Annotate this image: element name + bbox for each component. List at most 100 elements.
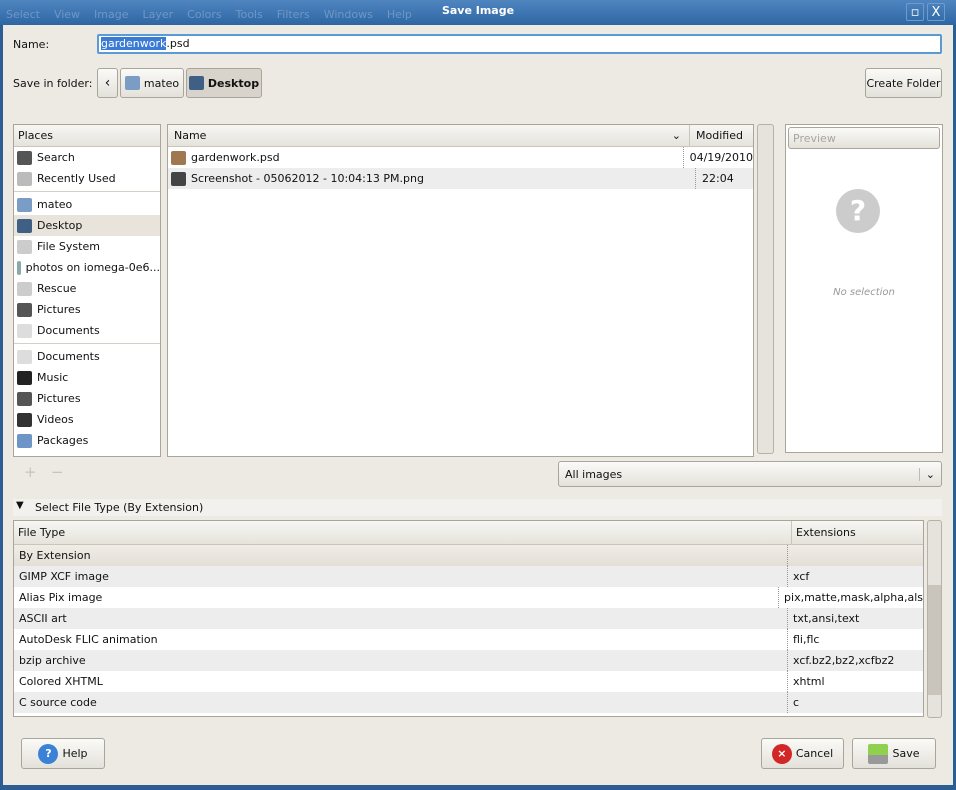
place-item[interactable]: File System [14,236,160,257]
place-item[interactable]: Desktop [14,215,160,236]
place-item[interactable]: Packages [14,430,160,451]
place-label: Music [37,371,69,384]
help-button[interactable]: ? Help [21,738,105,769]
file-type-extensions: xhtml [787,671,825,692]
clock-icon [17,171,32,186]
place-item[interactable]: Documents [14,346,160,367]
place-label: Documents [37,324,100,337]
place-item[interactable]: mateo [14,194,160,215]
file-type-extensions [787,545,793,566]
column-modified[interactable]: Modified [690,125,743,146]
documents-icon [17,349,32,364]
file-type-row[interactable]: AutoDesk FLIC animation fli,flc [14,629,923,650]
close-button[interactable]: X [927,3,945,21]
place-label: Pictures [37,392,81,405]
file-type-row[interactable]: bzip archive xcf.bz2,bz2,xcfbz2 [14,650,923,671]
file-name: Screenshot - 05062012 - 10:04:13 PM.png [191,172,424,185]
save-button[interactable]: Save [852,738,936,769]
music-icon [17,370,32,385]
column-name-label: Name [174,129,207,142]
place-label: Search [37,151,75,164]
title-bar: Select View Image Layer Colors Tools Filters Wi… [0,0,956,25]
file-type-row[interactable]: GIMP XCF image xcf [14,566,923,587]
save-icon [868,743,889,764]
name-selected-text: gardenwork [101,37,167,50]
file-type-name: GIMP XCF image [19,570,109,583]
place-label: Videos [37,413,74,426]
create-folder-button[interactable]: Create Folder [865,68,942,98]
pictures-icon [17,391,32,406]
file-type-row[interactable]: Alias Pix image pix,matte,mask,alpha,als [14,587,923,608]
expander-label: Select File Type (By Extension) [35,501,204,514]
file-type-row[interactable]: C source code c [14,692,923,713]
save-label: Save [892,747,920,760]
crumb-desktop[interactable]: Desktop [186,68,262,98]
file-type-row[interactable]: Colored XHTML xhtml [14,671,923,692]
file-type-row[interactable]: ASCII art txt,ansi,text [14,608,923,629]
search-icon [17,150,32,165]
scrollbar-thumb[interactable] [928,585,941,695]
file-type-name: Alias Pix image [19,591,103,604]
file-list: Name ⌄ Modified gardenwork.psd 04/19/2010 S… [167,124,754,457]
back-button[interactable]: ‹ [97,68,118,98]
column-file-type[interactable]: File Type [14,521,792,544]
file-type-row[interactable]: By Extension [14,545,923,566]
file-type-name: By Extension [19,549,91,562]
file-modified: 04/19/2010 [682,147,753,168]
place-item[interactable]: Recently Used [14,168,160,189]
network-folder-icon [17,260,21,275]
places-panel: Places Search Recently Used mateo Desktop Fi… [13,124,161,457]
place-item[interactable]: Search [14,147,160,168]
unknown-preview-icon: ? [836,189,880,233]
pictures-icon [17,302,32,317]
place-item[interactable]: Documents [14,320,160,341]
places-separator [14,343,160,344]
window-title: Save Image [441,4,515,17]
preview-button[interactable]: Preview [788,127,940,149]
file-row[interactable]: gardenwork.psd 04/19/2010 [168,147,753,168]
place-label: Packages [37,434,89,447]
places-header[interactable]: Places [14,125,160,147]
file-row[interactable]: Screenshot - 05062012 - 10:04:13 PM.png 2… [168,168,753,189]
videos-icon [17,412,32,427]
image-file-icon [171,171,186,186]
name-rest-text: .psd [166,37,190,50]
home-folder-icon [17,197,32,212]
filter-value: All images [565,467,623,481]
place-label: Documents [37,350,100,363]
place-item[interactable]: Pictures [14,299,160,320]
place-item[interactable]: photos on iomega-0e6... [14,257,160,278]
place-label: Recently Used [37,172,116,185]
name-input[interactable]: gardenwork.psd [97,34,942,54]
column-name[interactable]: Name ⌄ [168,125,690,146]
place-label: mateo [37,198,73,211]
chevron-down-icon: ⌄ [918,467,935,481]
place-item[interactable]: Pictures [14,388,160,409]
drive-icon [17,281,32,296]
file-type-extensions: xcf [787,566,809,587]
column-extensions[interactable]: Extensions [792,521,856,544]
add-bookmark-button[interactable]: + [24,463,37,481]
maximize-button[interactable]: ▫ [906,3,924,21]
file-type-scrollbar[interactable] [927,520,942,718]
help-label: Help [62,747,88,760]
help-icon: ? [38,743,59,764]
crumb-mateo[interactable]: mateo [120,68,184,98]
place-item[interactable]: Music [14,367,160,388]
file-type-extensions: xcf.bz2,bz2,xcfbz2 [787,650,894,671]
file-name: gardenwork.psd [191,151,280,164]
file-type-expander[interactable]: ▼ Select File Type (By Extension) [13,499,942,516]
file-list-scrollbar[interactable] [757,124,774,454]
cancel-button[interactable]: × Cancel [761,738,844,769]
place-item[interactable]: Rescue [14,278,160,299]
chevron-down-icon: ⌄ [671,129,681,142]
place-label: Desktop [37,219,83,232]
file-modified: 22:04 [695,168,734,189]
file-type-extensions: c [787,692,799,713]
filter-combo[interactable]: All images ⌄ [558,461,942,487]
place-item[interactable]: Videos [14,409,160,430]
remove-bookmark-button[interactable]: − [51,463,64,481]
home-folder-icon [124,76,140,90]
file-type-extensions: txt,ansi,text [787,608,859,629]
file-type-name: C source code [19,696,97,709]
